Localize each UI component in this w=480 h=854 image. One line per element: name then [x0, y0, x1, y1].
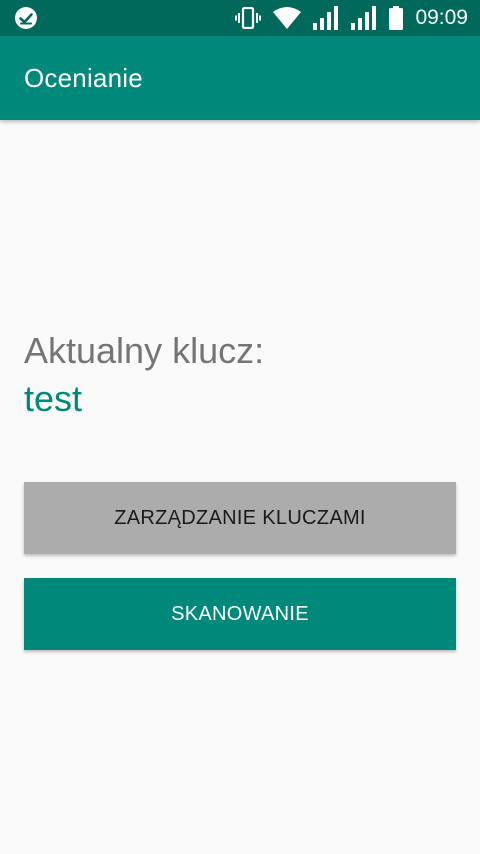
battery-icon [389, 6, 404, 30]
vibrate-icon [235, 7, 262, 29]
current-key-value: test [24, 378, 83, 419]
signal-icon [351, 6, 377, 30]
status-bar: 09:09 [0, 0, 480, 36]
current-key-label: Aktualny klucz: [24, 330, 265, 371]
app-title: Ocenianie [24, 62, 143, 93]
wifi-icon [273, 7, 302, 29]
check-badge-icon [14, 6, 38, 30]
app-bar: Ocenianie [0, 36, 480, 120]
status-right: 09:09 [235, 6, 468, 30]
manage-keys-button[interactable]: ZARZĄDZANIE KLUCZAMI [24, 482, 456, 554]
status-left [14, 6, 38, 30]
status-time: 09:09 [415, 6, 468, 29]
signal-icon [313, 6, 339, 30]
scan-button[interactable]: SKANOWANIE [24, 578, 456, 650]
